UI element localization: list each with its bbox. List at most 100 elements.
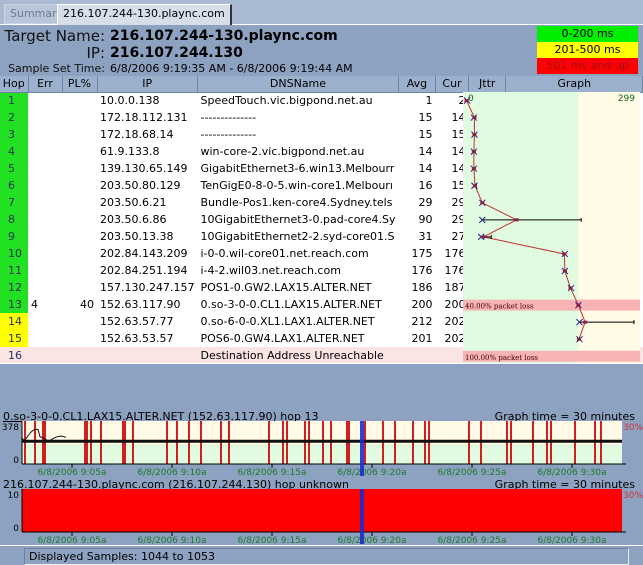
cell-dns: SpeedTouch.vic.bigpond.net.au (200, 94, 373, 108)
col-pl[interactable]: PL% (62, 76, 98, 93)
col-ip[interactable]: IP (97, 76, 198, 93)
cell-avg: 200 (411, 298, 433, 311)
cell-hop: 2 (0, 109, 28, 126)
cell-pl: 40 (80, 298, 94, 311)
cell-dns: 10GigabitEthernet3-0.pad-core4.Sy (200, 213, 396, 226)
cell-ip: 203.50.6.86 (100, 213, 167, 226)
col-avg[interactable]: Avg (398, 76, 436, 93)
cell-ip: 172.18.112.131 (100, 111, 188, 124)
tab-target[interactable]: 216.107.244-130.plaync.com (57, 4, 232, 26)
cell-pl (62, 160, 97, 177)
cell-pl (62, 92, 97, 109)
cell-ip: 203.50.80.129 (100, 179, 181, 192)
cell-err (28, 126, 62, 143)
sample-time-label: Sample Set Time: (8, 62, 105, 75)
cell-pl (62, 279, 97, 296)
hop-time-graph: 0.so-3-0-0.CL1.LAX15.ALTER.NET (152.63.1… (0, 410, 643, 478)
time-chart: 378 0 30% 6/8/2006 9:05a 6/8/2006 9:10a 6/8/2… (2, 421, 643, 477)
cell-hop: 11 (0, 262, 28, 279)
avg-marker (472, 184, 477, 188)
cell-dns: 0.so-3-0-0.CL1.LAX15.ALTER.NET (200, 298, 382, 311)
cell-hop: 10 (0, 245, 28, 262)
cell-pl (62, 177, 97, 194)
loss-percent: 30% (623, 423, 643, 433)
cell-hop: 3 (0, 126, 28, 143)
table-header: Hop Err PL% IP DNSName Avg Cur Jttr Grap… (0, 76, 643, 93)
avg-marker (471, 167, 476, 171)
col-dnsname[interactable]: DNSName (197, 76, 399, 93)
col-err[interactable]: Err (28, 76, 63, 93)
cell-dns: TenGigE0-8-0-5.win-core1.Melbourı (200, 179, 393, 192)
cell-err (28, 143, 62, 160)
target-name-value: 216.107.244-130.plaync.com (110, 28, 338, 44)
cell-avg: 15 (418, 111, 433, 124)
cell-avg: 29 (418, 196, 433, 209)
col-graph[interactable]: Graph (505, 76, 643, 93)
cell-avg: 14 (418, 145, 433, 158)
ip-value: 216.107.244.130 (110, 45, 243, 61)
cell-ip: 152.63.53.57 (100, 332, 174, 345)
displayed-samples: Displayed Samples: 1044 to 1053 (24, 548, 629, 565)
x-label: 6/8/2006 9:05a (37, 536, 106, 545)
avg-marker (576, 303, 581, 307)
cell-pl (62, 211, 97, 228)
cell-ip: 139.130.65.149 (100, 162, 188, 175)
x-label: 6/8/2006 9:05a (37, 468, 106, 477)
cell-dns: i-4-2.wil03.net.reach.com (200, 264, 341, 277)
cell-dns: win-core-2.vic.bigpond.net.au (200, 145, 365, 158)
cell-err (28, 109, 62, 126)
cell-hop: 12 (0, 279, 28, 296)
x-label: 6/8/2006 9:25a (437, 536, 506, 545)
cell-avg: 212 (411, 315, 433, 328)
avg-marker (568, 286, 573, 290)
x-label: 6/8/2006 9:30a (537, 468, 606, 477)
cell-avg: 186 (411, 281, 433, 294)
cell-dns: -------------- (200, 128, 257, 141)
avg-marker (471, 150, 476, 154)
legend-yellow: 201-500 ms (537, 42, 638, 58)
avg-marker (583, 320, 588, 324)
cell-pl (62, 109, 97, 126)
avg-marker (481, 235, 486, 239)
cell-avg: 15 (418, 128, 433, 141)
x-label: 6/8/2006 9:15a (237, 536, 306, 545)
cell-dns: i-0-0.wil-core01.net.reach.com (200, 247, 369, 260)
target-header: Target Name: 216.107.244-130.plaync.com … (0, 25, 643, 76)
cell-pl (62, 245, 97, 262)
cell-ip: 172.18.68.14 (100, 128, 174, 141)
cell-err (28, 245, 62, 262)
cell-err (28, 211, 62, 228)
avg-marker (464, 99, 469, 102)
x-label: 6/8/2006 9:20a (337, 468, 406, 477)
cell-ip: 203.50.13.38 (100, 230, 174, 243)
col-jttr[interactable]: Jttr (468, 76, 507, 93)
target-time-graph: 216.107.244-130.plaync.com (216.107.244.… (0, 478, 643, 545)
cell-avg: 14 (418, 162, 433, 175)
status-bar: Displayed Samples: 1044 to 1053 (0, 545, 643, 565)
cell-hop: 14 (0, 313, 28, 330)
cell-err (28, 92, 62, 109)
avg-marker (562, 252, 567, 256)
legend-red: 501 ms and up (537, 58, 638, 74)
cell-avg: 31 (418, 230, 433, 243)
latency-graph: 40.00% packet loss100.00% packet loss0 29… (463, 92, 640, 363)
col-hop[interactable]: Hop (0, 76, 29, 93)
scale-max: 299 (618, 94, 635, 104)
latency-line (22, 439, 622, 443)
cell-pl (62, 330, 97, 347)
avg-marker (562, 269, 567, 273)
cell-err (28, 160, 62, 177)
cell-avg: 201 (411, 332, 433, 345)
avg-marker (576, 337, 581, 341)
tab-bar: Summary 216.107.244-130.plaync.com (0, 0, 643, 26)
target-name-label: Target Name: (4, 27, 105, 45)
cell-pl (62, 262, 97, 279)
loss-percent: 30% (623, 491, 643, 501)
cell-ip: 152.63.57.77 (100, 315, 174, 328)
cell-hop: 7 (0, 194, 28, 211)
avg-marker (472, 116, 477, 120)
col-cur[interactable]: Cur (435, 76, 469, 93)
cell-pl (62, 126, 97, 143)
cell-hop: 9 (0, 228, 28, 245)
time-chart: 10 0 30% 6/8/2006 9:05a 6/8/2006 9:10a 6/8/20… (8, 489, 643, 545)
